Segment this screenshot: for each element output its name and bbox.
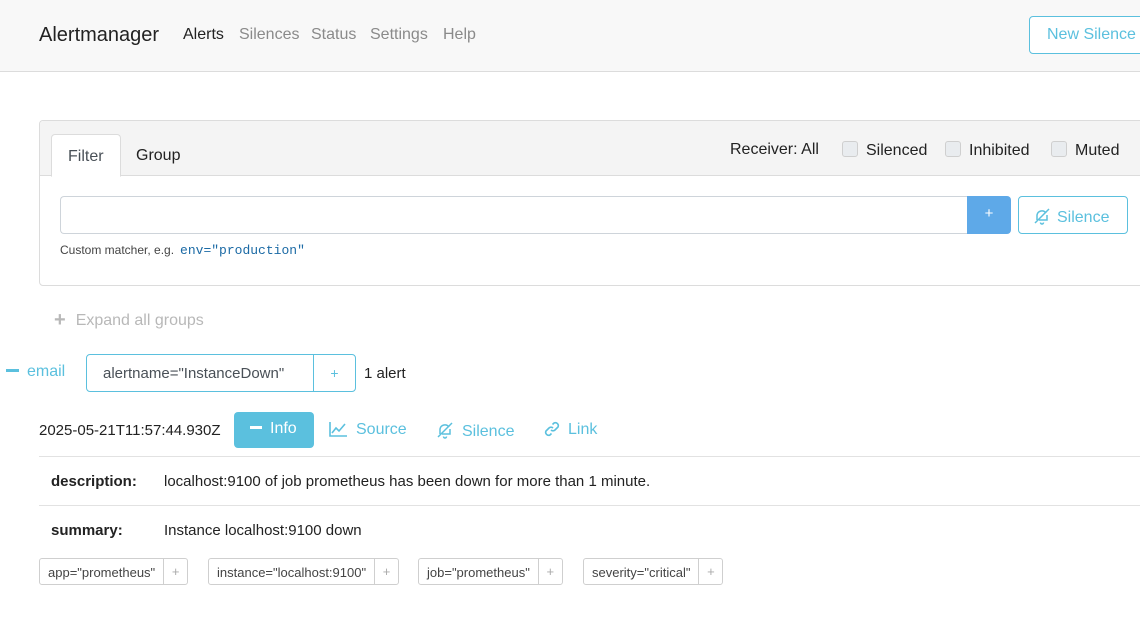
silence-alert-label: Silence — [462, 423, 515, 440]
annotation-key: description: — [51, 473, 137, 490]
new-silence-button[interactable]: New Silence — [1029, 16, 1140, 54]
group-matcher-label[interactable]: alertname="InstanceDown" — [86, 354, 314, 392]
label-add-button[interactable]: + — [698, 559, 722, 584]
nav-silences[interactable]: Silences — [239, 26, 299, 44]
label-pill: instance="localhost:9100" + — [208, 558, 400, 585]
muted-checkbox-label: Muted — [1075, 142, 1120, 159]
filter-card-header: Filter Group Receiver: All Silenced Inhi… — [40, 121, 1140, 177]
matcher-hint-text: Custom matcher, e.g. — [60, 243, 175, 257]
label-pill: app="prometheus" + — [39, 558, 189, 585]
tab-group[interactable]: Group — [120, 134, 196, 177]
line-chart-icon — [329, 422, 347, 437]
label-pill: job="prometheus" + — [418, 558, 563, 585]
label-add-button[interactable]: + — [163, 559, 187, 584]
bell-slash-icon — [437, 422, 453, 439]
expand-all-groups[interactable]: + Expand all groups — [54, 309, 204, 332]
nav-alerts[interactable]: Alerts — [183, 26, 224, 44]
tab-filter[interactable]: Filter — [51, 134, 121, 177]
label-add-button[interactable]: + — [537, 559, 562, 584]
link-icon — [544, 421, 560, 437]
link-label: Link — [568, 421, 598, 438]
filter-input[interactable] — [60, 196, 968, 234]
silence-filter-label: Silence — [1057, 209, 1110, 226]
matcher-hint: Custom matcher, e.g. env="production" — [60, 243, 305, 258]
group-receiver: email — [27, 363, 66, 380]
label-text[interactable]: app="prometheus" — [40, 559, 163, 584]
divider — [39, 456, 1140, 457]
matcher-hint-example: env="production" — [180, 243, 305, 258]
muted-checkbox[interactable]: Muted — [1051, 141, 1119, 160]
annotation-value: localhost:9100 of job prometheus has bee… — [164, 473, 651, 490]
info-label: Info — [270, 420, 297, 437]
receiver-select[interactable]: Receiver: All — [730, 141, 819, 159]
nav-settings[interactable]: Settings — [370, 26, 428, 44]
expand-all-label: Expand all groups — [75, 312, 204, 329]
annotation-key: summary: — [51, 522, 123, 539]
filter-card: Filter Group Receiver: All Silenced Inhi… — [39, 120, 1140, 286]
annotation-value: Instance localhost:9100 down — [164, 522, 362, 539]
checkbox-box[interactable] — [1051, 141, 1067, 157]
silence-alert-link[interactable]: Silence — [436, 421, 514, 441]
silenced-checkbox-label: Silenced — [866, 142, 928, 159]
inhibited-checkbox-label: Inhibited — [969, 142, 1030, 159]
label-text[interactable]: job="prometheus" — [419, 559, 538, 584]
alert-link[interactable]: Link — [544, 421, 597, 439]
minus-icon — [6, 369, 19, 372]
group-collapse-toggle[interactable]: email — [6, 363, 65, 381]
info-toggle-button[interactable]: Info — [234, 412, 314, 448]
inhibited-checkbox[interactable]: Inhibited — [945, 141, 1030, 160]
plus-icon: + — [54, 309, 66, 331]
brand-title[interactable]: Alertmanager — [39, 24, 159, 47]
divider — [39, 505, 1140, 506]
source-link[interactable]: Source — [329, 421, 407, 439]
label-pill: severity="critical" + — [583, 558, 724, 585]
checkbox-box[interactable] — [945, 141, 961, 157]
nav-help[interactable]: Help — [443, 26, 476, 44]
alert-count: 1 alert — [364, 365, 406, 382]
silenced-checkbox[interactable]: Silenced — [842, 141, 927, 160]
label-add-button[interactable]: + — [374, 559, 398, 584]
bell-slash-icon — [1034, 208, 1050, 225]
checkbox-box[interactable] — [842, 141, 858, 157]
label-text[interactable]: severity="critical" — [584, 559, 698, 584]
silence-filter-button[interactable]: Silence — [1018, 196, 1128, 234]
minus-icon — [250, 426, 262, 429]
add-matcher-button[interactable]: + — [967, 196, 1011, 234]
group-add-filter-button[interactable]: + — [313, 354, 356, 392]
source-label: Source — [356, 421, 407, 438]
alert-timestamp: 2025-05-21T11:57:44.930Z — [39, 422, 221, 439]
label-text[interactable]: instance="localhost:9100" — [209, 559, 374, 584]
nav-status[interactable]: Status — [311, 26, 356, 44]
navbar: Alertmanager Alerts Silences Status Sett… — [0, 0, 1140, 72]
